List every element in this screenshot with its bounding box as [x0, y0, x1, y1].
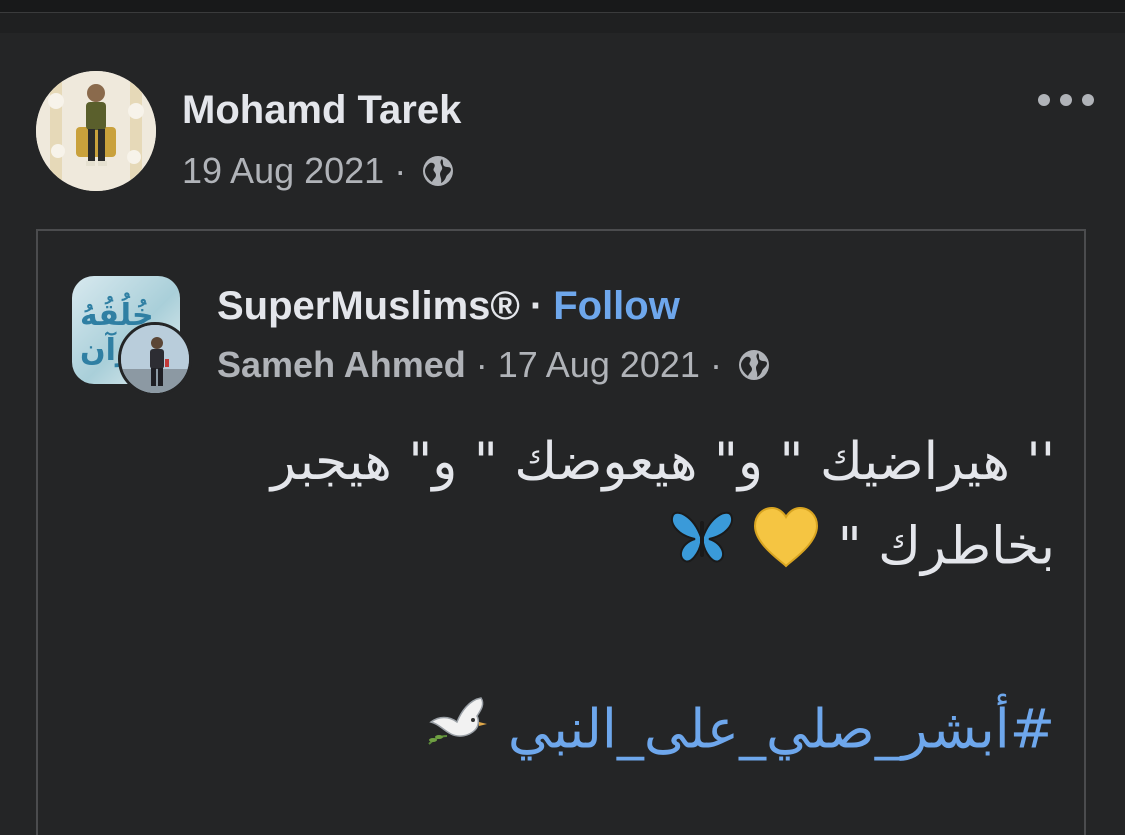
top-strip	[0, 0, 1125, 12]
poster-avatar[interactable]	[118, 322, 192, 396]
author-name[interactable]: Mohamd Tarek	[182, 88, 461, 133]
hashtag-line: #أبشر_صلي_على_النبي	[55, 686, 1055, 780]
post-text-line-1: '' هيراضيك " و" هيعوضك " و" هيجبر	[270, 432, 1055, 492]
poster-avatar-photo	[121, 325, 189, 393]
hashtag-link[interactable]: #أبشر_صلي_على_النبي	[508, 698, 1055, 761]
page-name[interactable]: SuperMuslims®	[217, 284, 520, 329]
author-avatar[interactable]	[36, 71, 156, 191]
more-options-button[interactable]	[1038, 86, 1094, 114]
shared-separator-2: ·	[709, 344, 722, 385]
dove-icon	[421, 686, 491, 780]
globe-icon	[420, 153, 456, 189]
post-screen: Mohamd Tarek 19 Aug 2021 · خُلُقُهُ القر…	[0, 0, 1125, 835]
yellow-heart-icon	[751, 504, 821, 595]
meta-separator: ·	[394, 150, 407, 191]
post-text-line-2: بخاطرك "	[55, 504, 1055, 595]
more-options-icon	[1038, 94, 1050, 106]
shared-post-meta: Sameh Ahmed · 17 Aug 2021 ·	[217, 344, 772, 386]
shared-post-date[interactable]: 17 Aug 2021	[498, 344, 700, 386]
poster-name[interactable]: Sameh Ahmed	[217, 344, 466, 386]
post-meta: 19 Aug 2021 ·	[182, 150, 456, 192]
author-avatar-photo	[36, 71, 156, 191]
butterfly-icon	[669, 507, 735, 592]
post-divider	[0, 12, 1125, 33]
page-separator: ·	[529, 284, 544, 328]
globe-icon	[736, 347, 772, 383]
follow-button[interactable]: Follow	[553, 284, 680, 329]
shared-separator-1: ·	[475, 344, 488, 385]
post-body: '' هيراضيك " و" هيعوضك " و" هيجبر بخاطرك…	[55, 420, 1055, 595]
post-date[interactable]: 19 Aug 2021	[182, 150, 384, 192]
shared-page-line: SuperMuslims® · Follow	[217, 284, 680, 329]
